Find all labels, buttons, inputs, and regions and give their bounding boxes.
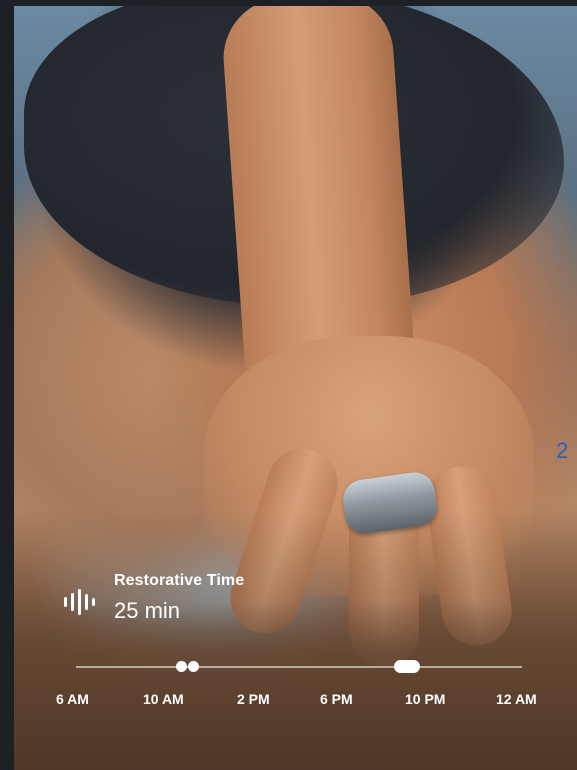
photo-shade <box>14 510 577 770</box>
timeline-tick-label: 12 AM <box>496 691 537 707</box>
metric-label: Restorative Time <box>114 572 245 589</box>
timeline-marker-dot <box>188 661 199 672</box>
timeline-tick-label: 6 PM <box>320 691 353 707</box>
app-frame: Restorative Time 25 min 6 AM 10 AM 2 PM … <box>0 0 577 770</box>
restorative-time-metric: Restorative Time 25 min <box>62 572 244 624</box>
timeline-tick-label: 10 AM <box>143 691 184 707</box>
timeline-track <box>76 660 522 673</box>
timeline-marker-dot <box>176 661 187 672</box>
hero-photo-ring-hand <box>14 6 577 770</box>
timeline-tick-label: 6 AM <box>56 691 89 707</box>
timeline-marker-pill <box>394 660 420 673</box>
metric-value: 25 min <box>114 598 181 623</box>
timeline-tick-label: 2 PM <box>237 691 270 707</box>
page-indicator: 2 <box>556 438 569 463</box>
waveform-icon <box>62 584 98 620</box>
metric-text: Restorative Time 25 min <box>114 572 244 624</box>
timeline-tick-label: 10 PM <box>405 691 446 707</box>
